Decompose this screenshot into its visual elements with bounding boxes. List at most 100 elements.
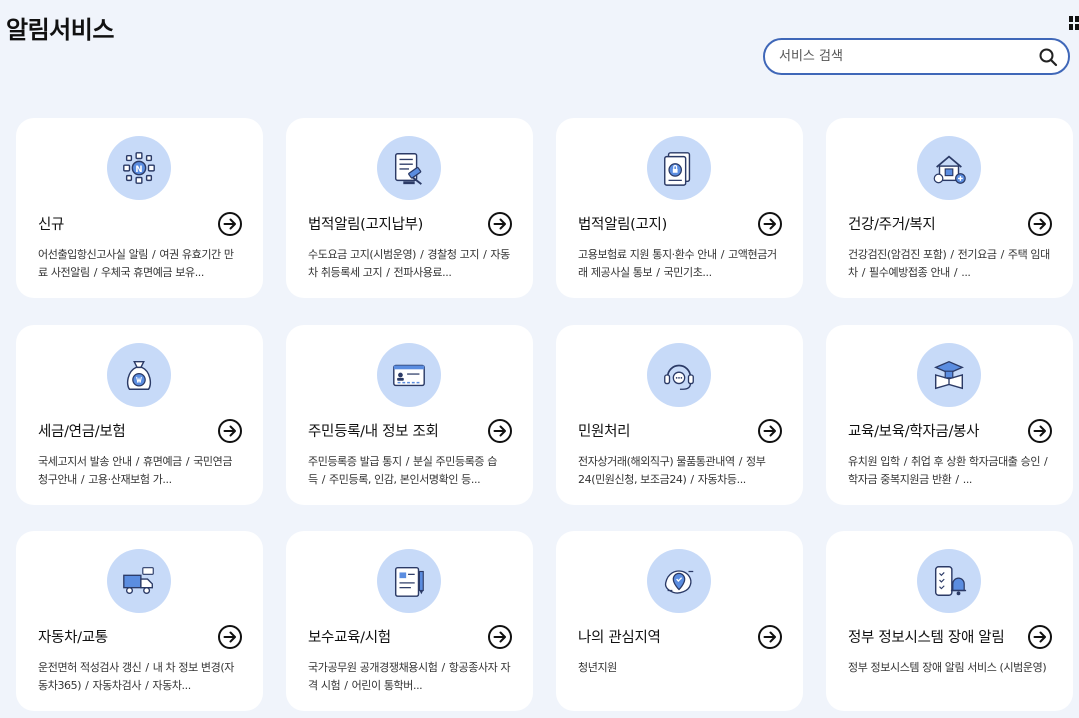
service-item[interactable]: 자동차검사 — [92, 679, 141, 692]
separator: / — [1000, 248, 1005, 261]
service-item[interactable]: 고용보험료 지원 통지·환수 안내 — [578, 248, 717, 261]
service-card[interactable]: 세금/연금/보험 국세고지서 발송 안내 / 휴면예금 / 국민연금 청구안내 / 고용·산재… — [16, 325, 263, 505]
exam-pencil-icon — [377, 549, 441, 613]
service-item[interactable]: 자동차... — [152, 679, 191, 692]
separator: / — [955, 473, 959, 486]
separator: / — [152, 248, 156, 261]
search-input[interactable] — [779, 49, 1038, 64]
arrow-right-circle-icon[interactable] — [217, 624, 243, 650]
card-description: 어선출입항신고사실 알림 / 여권 유효기간 만료 사전알림 / 우체국 휴면예금 보유… — [38, 246, 243, 282]
separator: / — [720, 248, 725, 261]
separator: / — [690, 473, 694, 486]
headset-icon — [647, 343, 711, 407]
arrow-right-circle-icon[interactable] — [1027, 211, 1053, 237]
service-item[interactable]: 국가공무원 공개경쟁채용시험 — [308, 661, 438, 674]
service-card[interactable]: 나의 관심지역청년지원 — [556, 531, 803, 711]
service-item[interactable]: 전파사용료... — [394, 266, 452, 279]
service-item[interactable]: 주민등록증 발급 통지 — [308, 455, 402, 468]
card-description: 유치원 입학 / 취업 후 상환 학자금대출 승인/학자금 중복지원금 반환 /... — [848, 453, 1053, 489]
arrow-right-circle-icon[interactable] — [757, 211, 783, 237]
service-item[interactable]: 수도요금 고지(시범운영) — [308, 248, 416, 261]
service-item[interactable]: 국민기초... — [664, 266, 713, 279]
service-card[interactable]: 주민등록/내 정보 조회주민등록증 발급 통지 / 분실 주민등록증 습득 / 주민등록… — [286, 325, 533, 505]
service-item[interactable]: 주민등록, 인감, 본인서명확인 등... — [329, 473, 481, 486]
card-title: 자동차/교통 — [38, 630, 108, 646]
separator: / — [93, 266, 98, 279]
page-title: 알림서비스 — [6, 16, 114, 44]
service-card[interactable]: 보수교육/시험 국가공무원 공개경쟁채용시험 / 항공종사자 자격 시험 / 어린이 통학… — [286, 531, 533, 711]
service-item[interactable]: 국세고지서 발송 안내 — [38, 455, 132, 468]
separator: / — [145, 661, 149, 674]
service-card[interactable]: 정부 정보시스템 장애 알림 정부 정보시스템 장애 알림 서비스 (시범운영) — [826, 531, 1073, 711]
separator: / — [405, 455, 410, 468]
separator: / — [656, 266, 660, 279]
card-description: 전자상거래(해외직구) 물품통관내역 / 정부24(민원신청, 보조금24) / 자동차… — [578, 453, 783, 489]
service-item[interactable]: 운전면허 적성검사 갱신 — [38, 661, 142, 674]
separator: / — [420, 248, 424, 261]
service-card[interactable]: 건강/주거/복지건강검진(암검진 포함) / 전기요금 / 주택 임대차 / 필수예방접종 … — [826, 118, 1073, 298]
service-item[interactable]: ... — [961, 266, 971, 279]
separator: / — [386, 266, 390, 279]
menu-grid-icon[interactable] — [1069, 16, 1079, 30]
arrow-right-circle-icon[interactable] — [487, 211, 513, 237]
separator: / — [185, 455, 190, 468]
service-item[interactable]: 어린이 통학버... — [352, 679, 423, 692]
arrow-right-circle-icon[interactable] — [757, 624, 783, 650]
service-item[interactable]: 취업 후 상환 학자금대출 승인 — [911, 455, 1040, 468]
separator: / — [135, 455, 140, 468]
card-title: 신규 — [38, 217, 65, 233]
service-card[interactable]: 민원처리 전자상거래(해외직구) 물품통관내역 / 정부24(민원신청, 보조금24)… — [556, 325, 803, 505]
card-description: 고용보험료 지원 통지·환수 안내 / 고액현금거래 제공사실 통보 / 국민기초... — [578, 246, 783, 282]
service-item[interactable]: ... — [963, 473, 973, 486]
card-title: 나의 관심지역 — [578, 630, 661, 646]
service-item[interactable]: 학자금 중복지원금 반환 — [848, 473, 952, 486]
service-card[interactable]: 법적알림(고지납부) 수도요금 고지(시범운영) / 경찰청 고지 / 자동차 취등록세 … — [286, 118, 533, 298]
service-item[interactable]: 청년지원 — [578, 661, 617, 674]
service-item[interactable]: 유치원 입학 — [848, 455, 900, 468]
arrow-right-circle-icon[interactable] — [487, 418, 513, 444]
document-gavel-icon — [377, 136, 441, 200]
phone-bell-icon — [917, 549, 981, 613]
service-card[interactable]: 신규 어선출입항신고사실 알림 / 여권 유효기간 만료 사전알림 / 우체국 휴면예금 … — [16, 118, 263, 298]
card-title: 건강/주거/복지 — [848, 217, 936, 233]
arrow-right-circle-icon[interactable] — [487, 624, 513, 650]
arrow-right-circle-icon[interactable] — [1027, 418, 1053, 444]
service-item[interactable]: 자동차등... — [698, 473, 747, 486]
card-title: 법적알림(고지) — [578, 217, 667, 233]
service-card[interactable]: 자동차/교통운전면허 적성검사 갱신 / 내 차 정보 변경(자동차365) / 자동차… — [16, 531, 263, 711]
service-item[interactable]: 정부 정보시스템 장애 알림 서비스 (시범운영) — [848, 661, 1047, 674]
card-title: 주민등록/내 정보 조회 — [308, 424, 439, 440]
card-title: 세금/연금/보험 — [38, 424, 126, 440]
service-item[interactable]: 휴면예금 — [143, 455, 182, 468]
search-icon[interactable] — [1038, 47, 1058, 67]
card-description: 건강검진(암검진 포함) / 전기요금 / 주택 임대차 / 필수예방접종 안내 /... — [848, 246, 1053, 282]
sparkle-badge-icon — [107, 136, 171, 200]
arrow-right-circle-icon[interactable] — [217, 211, 243, 237]
service-item[interactable]: 필수예방접종 안내 — [869, 266, 950, 279]
card-description: 운전면허 적성검사 갱신 / 내 차 정보 변경(자동차365) / 자동차검사 / 자동차… — [38, 659, 243, 695]
separator: / — [80, 473, 85, 486]
separator: / — [950, 248, 954, 261]
money-bag-icon — [107, 343, 171, 407]
service-item[interactable]: 경찰청 고지 — [427, 248, 479, 261]
service-item[interactable]: 전기요금 — [958, 248, 997, 261]
arrow-right-circle-icon[interactable] — [217, 418, 243, 444]
search-box[interactable] — [763, 38, 1070, 75]
service-card[interactable]: 법적알림(고지) 고용보험료 지원 통지·환수 안내 / 고액현금거래 제공사실 통보… — [556, 118, 803, 298]
card-title: 보수교육/시험 — [308, 630, 391, 646]
service-item[interactable]: 건강검진(암검진 포함) — [848, 248, 947, 261]
service-card[interactable]: 교육/보육/학자금/봉사 유치원 입학 / 취업 후 상환 학자금대출 승인/학자금 … — [826, 325, 1073, 505]
separator: / — [85, 679, 89, 692]
truck-icon — [107, 549, 171, 613]
card-title: 민원처리 — [578, 424, 631, 440]
arrow-right-circle-icon[interactable] — [1027, 624, 1053, 650]
service-item[interactable]: 전자상거래(해외직구) 물품통관내역 — [578, 455, 735, 468]
card-title: 교육/보육/학자금/봉사 — [848, 424, 980, 440]
service-item[interactable]: 어선출입항신고사실 알림 — [38, 248, 148, 261]
service-item[interactable]: 우체국 휴면예금 보유... — [101, 266, 204, 279]
card-description: 주민등록증 발급 통지 / 분실 주민등록증 습득 / 주민등록, 인감, 본인서명확인… — [308, 453, 513, 489]
service-item[interactable]: 고용·산재보험 가... — [88, 473, 172, 486]
document-lock-icon — [647, 136, 711, 200]
arrow-right-circle-icon[interactable] — [757, 418, 783, 444]
map-pin-icon — [647, 549, 711, 613]
